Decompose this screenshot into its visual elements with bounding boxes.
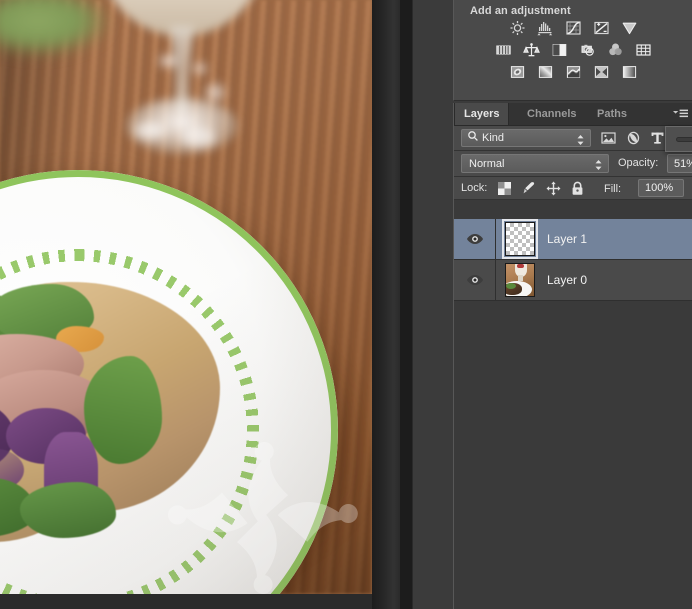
fill-value: 100% [645,182,674,194]
right-dock: Add an adjustment Layers Channels Paths … [412,0,692,609]
tab-layers[interactable]: Layers [454,103,510,125]
color-lookup-icon[interactable] [634,42,652,58]
adjustments-title: Add an adjustment [470,5,571,17]
opacity-slider-track[interactable] [676,137,692,142]
threshold-icon[interactable] [564,64,582,80]
panel-menu-icon[interactable] [671,107,689,121]
posterize-icon[interactable] [536,64,554,80]
tab-layers-label: Layers [464,108,500,120]
black-and-white-icon[interactable] [550,42,568,58]
table-row[interactable]: Layer 0 [454,260,692,301]
brightness-contrast-icon[interactable] [508,20,526,36]
fill-row: Fill: 100% [604,179,692,197]
tab-channels[interactable]: Channels [518,103,586,125]
opacity-value: 51% [674,157,692,170]
chevron-updown-icon [576,133,585,151]
fill-input[interactable]: 100% [638,179,684,197]
wrap-sandwich [0,282,234,542]
levels-icon[interactable] [536,20,554,36]
chevron-updown-icon [594,158,603,176]
fill-label: Fill: [604,183,622,195]
channel-mixer-icon[interactable] [606,42,624,58]
layer-visibility-toggle[interactable] [454,219,496,259]
adjustment-row-1 [454,20,692,36]
filter-type-layers-icon[interactable] [649,130,666,146]
layers-panel: Layers Channels Paths Kind Normal Opacit… [453,103,692,609]
document-canvas[interactable] [0,0,372,609]
layer-thumbnail-image [506,264,534,296]
layer-filter-row: Kind [454,126,692,151]
blend-mode-row: Normal Opacity: 51% [454,151,692,177]
lock-position-icon[interactable] [544,180,562,196]
filter-pixel-layers-icon[interactable] [600,130,617,146]
lock-label: Lock: [461,182,488,194]
lock-row: Lock: Fill: 100% [454,177,692,200]
tab-channels-label: Channels [527,108,577,120]
canvas-bottom-strip [0,594,372,609]
eye-icon [466,275,483,285]
vibrance-icon[interactable] [620,20,638,36]
tab-paths[interactable]: Paths [588,103,636,125]
adjustment-row-2 [454,42,692,58]
document-image [0,0,372,594]
table-row[interactable]: Layer 1 [454,219,692,260]
photo-filter-icon[interactable] [578,42,596,58]
opacity-slider-popup[interactable] [665,126,692,152]
eye-icon [466,234,483,244]
blend-mode-value: Normal [469,157,505,170]
filter-kind-select[interactable]: Kind [461,129,591,147]
blend-mode-select[interactable]: Normal [461,154,609,173]
dessert-glass [86,0,278,198]
adjustments-panel: Add an adjustment [453,0,692,101]
layer-list[interactable]: Layer 1 Layer 0 [454,219,692,609]
lock-image-pixels-icon[interactable] [519,180,537,196]
layer-visibility-toggle[interactable] [454,260,496,300]
layer-name[interactable]: Layer 0 [547,273,587,287]
lock-transparent-pixels-icon[interactable] [495,180,513,196]
tab-paths-label: Paths [597,108,627,120]
panel-gutter-left [372,0,400,609]
adjustment-row-3 [454,64,692,80]
opacity-label: Opacity: [618,157,659,169]
opacity-input[interactable]: 51% [667,154,692,173]
gradient-map-icon[interactable] [620,64,638,80]
dock-edge [412,0,413,609]
lock-all-icon[interactable] [568,180,586,196]
search-icon [467,129,479,147]
panel-tab-bar: Layers Channels Paths [454,103,692,126]
curves-icon[interactable] [564,20,582,36]
panel-gutter-divider [400,0,412,609]
photoshop-window: Add an adjustment Layers Channels Paths … [0,0,692,609]
layer-thumbnail[interactable] [502,219,538,259]
selective-color-icon[interactable] [592,64,610,80]
invert-icon[interactable] [508,64,526,80]
filter-kind-label: Kind [482,132,505,144]
hue-saturation-icon[interactable] [494,42,512,58]
exposure-icon[interactable] [592,20,610,36]
filter-adjustment-layers-icon[interactable] [625,130,642,146]
layer-thumbnail[interactable] [505,263,535,297]
layer-name[interactable]: Layer 1 [547,232,587,246]
transparent-checkerboard [506,223,534,255]
color-balance-icon[interactable] [522,42,540,58]
